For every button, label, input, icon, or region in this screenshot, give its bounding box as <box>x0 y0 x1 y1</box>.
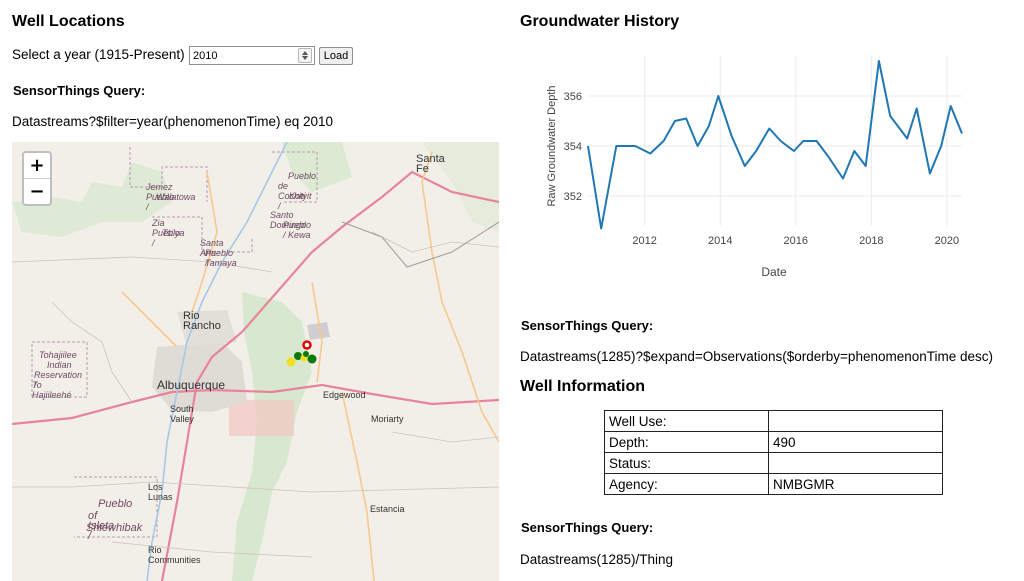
zoom-control: + − <box>22 151 52 206</box>
label-isleta-3: Shiewhibak <box>86 522 143 534</box>
table-row: Depth: 490 <box>604 431 943 453</box>
table-row: Agency: NMBGMR <box>604 473 943 495</box>
groundwater-chart[interactable]: 2012 2014 2016 2018 2020 352 354 356 Date Raw … <box>540 48 980 298</box>
y-tick-label: 354 <box>564 141 582 153</box>
left-query-heading: SensorThings Query: <box>13 83 146 98</box>
well-marker-green[interactable] <box>303 351 309 357</box>
history-query-text: Datastreams(1285)?$expand=Observations($… <box>520 349 994 364</box>
x-tick-label: 2014 <box>708 235 732 247</box>
status-key: Status: <box>604 452 769 474</box>
label-tohajiilee-1: Tohajiilee <box>39 350 77 360</box>
label-domingo-3: Kewa <box>288 230 311 240</box>
thing-query-heading: SensorThings Query: <box>521 520 654 535</box>
well-use-value <box>768 410 943 432</box>
label-jemez-2: Walatowa <box>156 192 196 202</box>
label-south-valley: South Valley <box>170 404 194 424</box>
stepper-up-icon[interactable] <box>302 51 308 55</box>
chart-grid <box>588 56 962 226</box>
x-tick-labels: 2012 2014 2016 2018 2020 <box>632 235 959 247</box>
x-tick-label: 2018 <box>859 235 883 247</box>
label-santa-fe: Santa Fe <box>416 153 445 175</box>
label-santa-ana-3: Tamaya <box>205 258 237 268</box>
label-rio-rancho: Rio Rancho <box>183 310 221 332</box>
year-label: Select a year (1915-Present) <box>12 47 185 62</box>
map-tiles <box>12 142 499 581</box>
x-tick-label: 2012 <box>632 235 656 247</box>
agency-value: NMBGMR <box>768 473 943 495</box>
label-tohajiilee-2: Indian <box>47 360 72 370</box>
x-tick-label: 2020 <box>935 235 959 247</box>
label-los-lunas: Los Lunas <box>148 482 173 502</box>
well-marker-red[interactable] <box>302 340 312 350</box>
well-markers[interactable] <box>282 338 332 373</box>
groundwater-history-title: Groundwater History <box>520 13 680 30</box>
well-info-table: Well Use: Depth: 490 Status: Agency: NMB… <box>604 410 943 495</box>
depth-series-line <box>587 60 963 230</box>
label-isleta-1: Pueblo <box>98 498 133 510</box>
well-marker-green[interactable] <box>307 354 317 364</box>
label-rio-communities: Rio Communities <box>148 545 201 565</box>
agency-key: Agency: <box>604 473 769 495</box>
y-tick-labels: 352 354 356 <box>564 91 582 203</box>
depth-value: 490 <box>768 431 943 453</box>
history-query-heading: SensorThings Query: <box>521 318 654 333</box>
load-button[interactable]: Load <box>319 47 353 65</box>
well-map[interactable]: Santa Fe Jemez Pueblo / Walatowa Pueblo … <box>12 142 499 581</box>
well-locations-title: Well Locations <box>12 13 125 30</box>
label-edgewood: Edgewood <box>323 390 366 400</box>
label-estancia: Estancia <box>370 504 405 514</box>
y-tick-label: 356 <box>564 91 582 103</box>
left-query-text: Datastreams?$filter=year(phenomenonTime)… <box>12 114 334 129</box>
label-albuquerque: Albuquerque <box>157 378 226 392</box>
label-tohajiilee-4: To Hajiileehé <box>32 380 72 400</box>
y-tick-label: 352 <box>564 191 582 203</box>
label-zia-2: Tsi'ya <box>162 228 185 238</box>
table-row: Status: <box>604 452 943 474</box>
label-cochiti-1: Pueblo <box>288 171 317 181</box>
x-tick-label: 2016 <box>784 235 808 247</box>
depth-key: Depth: <box>604 431 769 453</box>
status-value <box>768 452 943 474</box>
year-input[interactable] <box>189 46 315 65</box>
stepper-down-icon[interactable] <box>302 56 308 60</box>
chart-series <box>587 60 963 230</box>
well-information-title: Well Information <box>520 378 646 395</box>
well-use-key: Well Use: <box>604 410 769 432</box>
label-cochiti-3: Kotyit <box>289 191 312 201</box>
year-stepper[interactable] <box>298 48 312 63</box>
y-axis-label: Raw Groundwater Depth <box>546 85 558 206</box>
zoom-out-button[interactable]: − <box>24 178 50 204</box>
label-moriarty: Moriarty <box>371 414 404 424</box>
well-marker-yellow[interactable] <box>286 357 296 367</box>
table-row: Well Use: <box>604 410 943 432</box>
thing-query-text: Datastreams(1285)/Thing <box>520 552 674 567</box>
zoom-in-button[interactable]: + <box>24 153 50 178</box>
x-axis-label: Date <box>761 265 787 279</box>
